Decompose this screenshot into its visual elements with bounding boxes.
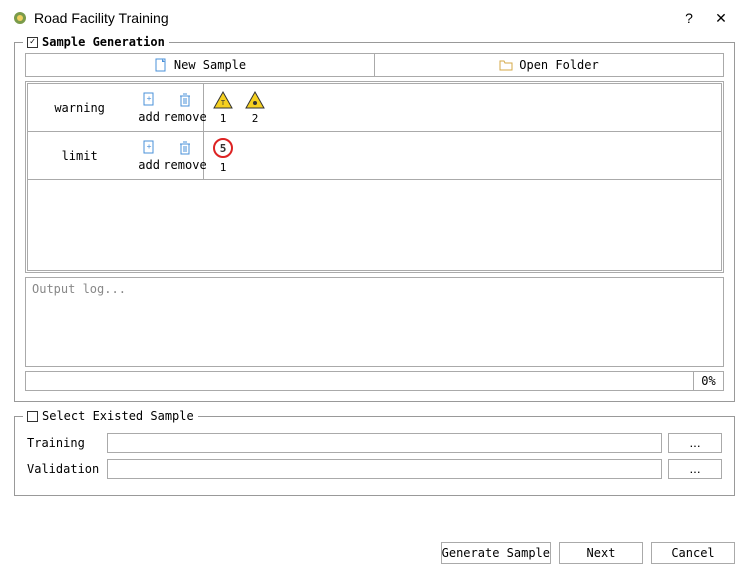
sample-thumb[interactable]: 5 1 [212, 137, 234, 174]
folder-icon [499, 58, 513, 72]
remove-label: remove [163, 110, 206, 124]
thumb-number: 1 [220, 112, 227, 125]
new-sample-label: New Sample [174, 58, 246, 72]
warning-triangle-icon: T [212, 90, 234, 110]
select-existed-label: Select Existed Sample [42, 409, 194, 423]
window-title: Road Facility Training [34, 10, 673, 26]
add-button[interactable]: + add [131, 140, 167, 172]
new-sample-button[interactable]: New Sample [26, 54, 375, 76]
new-file-icon [154, 58, 168, 72]
sample-toolbar: New Sample Open Folder [25, 53, 724, 77]
svg-text:+: + [147, 94, 152, 103]
remove-label: remove [163, 158, 206, 172]
select-existed-group: Select Existed Sample Training ... Valid… [14, 416, 735, 496]
sample-generation-checkbox[interactable]: ✓ [27, 37, 38, 48]
sample-table: warning + add remove T 1 [25, 81, 724, 273]
add-label: add [138, 158, 160, 172]
select-existed-checkbox[interactable] [27, 411, 38, 422]
sample-generation-legend: ✓ Sample Generation [23, 35, 169, 49]
thumb-number: 2 [252, 112, 259, 125]
limit-circle-icon: 5 [212, 137, 234, 159]
generate-sample-button[interactable]: Generate Sample [441, 542, 551, 564]
row-label: limit [28, 149, 131, 163]
cancel-button[interactable]: Cancel [651, 542, 735, 564]
help-button[interactable]: ? [673, 10, 705, 26]
validation-browse-button[interactable]: ... [668, 459, 722, 479]
output-log[interactable]: Output log... [25, 277, 724, 367]
sample-generation-label: Sample Generation [42, 35, 165, 49]
open-folder-button[interactable]: Open Folder [375, 54, 723, 76]
open-folder-label: Open Folder [519, 58, 598, 72]
training-label: Training [27, 436, 101, 450]
table-row: warning + add remove T 1 [28, 84, 721, 132]
add-label: add [138, 110, 160, 124]
svg-text:+: + [147, 142, 152, 151]
sample-thumb[interactable]: 2 [244, 90, 266, 125]
warning-triangle-icon [244, 90, 266, 110]
training-input[interactable] [107, 433, 662, 453]
next-button[interactable]: Next [559, 542, 643, 564]
sample-generation-group: ✓ Sample Generation New Sample Open Fold… [14, 42, 735, 402]
training-browse-button[interactable]: ... [668, 433, 722, 453]
sample-thumb[interactable]: T 1 [212, 90, 234, 125]
remove-button[interactable]: remove [167, 140, 203, 172]
thumb-number: 1 [220, 161, 227, 174]
row-label: warning [28, 101, 131, 115]
table-row: limit + add remove 5 1 [28, 132, 721, 180]
app-icon [12, 10, 28, 26]
close-button[interactable]: ✕ [705, 10, 737, 27]
titlebar: Road Facility Training ? ✕ [0, 0, 749, 36]
svg-text:5: 5 [220, 142, 227, 155]
validation-input[interactable] [107, 459, 662, 479]
remove-button[interactable]: remove [167, 92, 203, 124]
footer: Generate Sample Next Cancel [441, 542, 735, 564]
validation-label: Validation [27, 462, 101, 476]
progress-bar [25, 371, 694, 391]
add-button[interactable]: + add [131, 92, 167, 124]
select-existed-legend: Select Existed Sample [23, 409, 198, 423]
progress-value: 0% [694, 371, 724, 391]
